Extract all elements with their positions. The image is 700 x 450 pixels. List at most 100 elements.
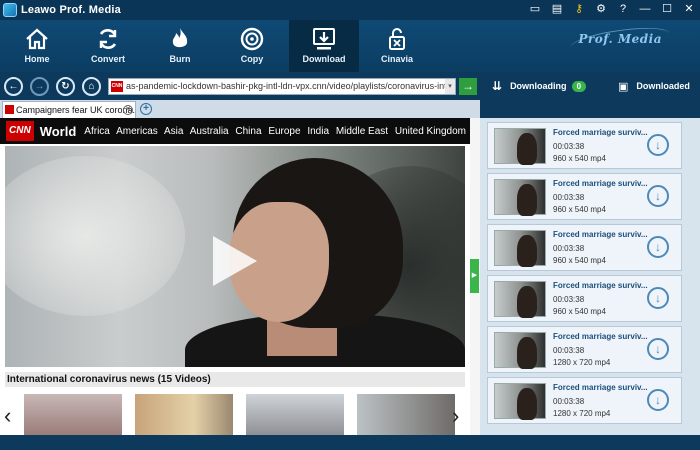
playlist-thumbnail[interactable] xyxy=(135,394,233,435)
cinavia-icon xyxy=(389,28,405,50)
nav-link[interactable]: Middle East xyxy=(336,126,388,137)
download-item[interactable]: Forced marriage surviv... 00:03:38 960 x… xyxy=(487,173,682,220)
browser-tab[interactable]: Campaigners fear UK corona... ✕ xyxy=(2,101,136,118)
home-nav-button[interactable]: ⌂ xyxy=(82,77,101,96)
downloaded-label: Downloaded xyxy=(636,81,690,91)
tab-close-icon[interactable]: ✕ xyxy=(123,105,133,115)
burn-tool-label: Burn xyxy=(169,54,191,64)
tab-title: Campaigners fear UK corona... xyxy=(16,105,136,115)
download-tool-button[interactable]: Download xyxy=(289,20,359,72)
refresh-button[interactable]: ↻ xyxy=(56,77,75,96)
window-controls: ▭ ▤ ⚷ ⚙ ? — ☐ ✕ xyxy=(528,2,696,16)
convert-tool-label: Convert xyxy=(90,54,125,64)
download-resolution: 960 x 540 mp4 xyxy=(553,307,606,316)
download-item[interactable]: Forced marriage surviv... 00:03:38 1280 … xyxy=(487,377,682,424)
downloaded-grid-icon: ▣ xyxy=(618,80,629,93)
playlist-title: International coronavirus news (15 Video… xyxy=(5,372,465,387)
app-logo-icon xyxy=(3,3,17,17)
download-arrow-icon[interactable]: ↓ xyxy=(647,134,669,156)
key-icon[interactable]: ⚷ xyxy=(572,2,586,16)
download-list-panel: Forced marriage surviv... 00:03:38 960 x… xyxy=(480,118,700,435)
window-title: Leawo Prof. Media xyxy=(21,4,121,16)
url-dropdown-chevron-icon[interactable]: ▾ xyxy=(445,79,455,94)
convert-tool-button[interactable]: Convert xyxy=(73,20,143,72)
playlist-thumbnail[interactable] xyxy=(24,394,122,435)
title-bar: Leawo Prof. Media ▭ ▤ ⚷ ⚙ ? — ☐ ✕ xyxy=(0,0,700,20)
url-input[interactable]: CNN as-pandemic-lockdown-bashir-pkg-intl… xyxy=(108,78,456,95)
downloading-tab[interactable]: ⇊ Downloading 0 xyxy=(492,72,587,100)
settings-gear-icon[interactable]: ⚙ xyxy=(594,2,608,16)
download-thumbnail xyxy=(494,179,546,216)
download-item[interactable]: Forced marriage surviv... 00:03:38 960 x… xyxy=(487,275,682,322)
download-name: Forced marriage surviv... xyxy=(553,128,648,137)
download-duration: 00:03:38 xyxy=(553,142,585,151)
status-bar xyxy=(0,435,700,450)
playlist-thumbnail[interactable] xyxy=(246,394,344,435)
minimize-button[interactable]: — xyxy=(638,2,652,16)
cinavia-tool-button[interactable]: Cinavia xyxy=(362,20,432,72)
download-name: Forced marriage surviv... xyxy=(553,230,648,239)
download-arrow-icon[interactable]: ↓ xyxy=(647,389,669,411)
navigation-bar: ← → ↻ ⌂ CNN as-pandemic-lockdown-bashir-… xyxy=(0,72,700,100)
download-resolution: 960 x 540 mp4 xyxy=(553,256,606,265)
download-thumbnail xyxy=(494,128,546,165)
nav-link[interactable]: India xyxy=(307,126,329,137)
go-button[interactable]: → xyxy=(459,78,477,95)
download-arrow-icon[interactable]: ↓ xyxy=(647,185,669,207)
chat-icon[interactable]: ▤ xyxy=(550,2,564,16)
download-tool-label: Download xyxy=(302,54,346,64)
play-icon[interactable] xyxy=(213,236,257,286)
nav-link[interactable]: Americas xyxy=(116,126,158,137)
forward-button[interactable]: → xyxy=(30,77,49,96)
download-name: Forced marriage surviv... xyxy=(553,281,648,290)
download-resolution: 1280 x 720 mp4 xyxy=(553,409,611,418)
download-duration: 00:03:38 xyxy=(553,295,585,304)
main-toolbar: Home Convert Burn Copy Download Cinavia … xyxy=(0,20,700,72)
app-window: Leawo Prof. Media ▭ ▤ ⚷ ⚙ ? — ☐ ✕ Home C… xyxy=(0,0,700,450)
download-arrow-icon[interactable]: ↓ xyxy=(647,287,669,309)
nav-link[interactable]: United Kingdom xyxy=(395,126,466,137)
burn-tool-button[interactable]: Burn xyxy=(145,20,215,72)
brand-label: Prof. Media xyxy=(578,32,662,46)
nav-link[interactable]: Africa xyxy=(84,126,110,137)
download-arrow-icon[interactable]: ↓ xyxy=(647,236,669,258)
section-title[interactable]: World xyxy=(40,124,77,139)
download-thumbnail xyxy=(494,281,546,318)
download-thumbnail xyxy=(494,383,546,420)
nav-link[interactable]: Europe xyxy=(268,126,300,137)
home-icon xyxy=(26,28,48,50)
video-player[interactable] xyxy=(5,146,465,367)
cnn-nav: Africa Americas Asia Australia China Eur… xyxy=(84,126,470,137)
downloaded-tab[interactable]: ▣ Downloaded xyxy=(618,72,690,100)
help-icon[interactable]: ? xyxy=(616,2,630,16)
collapse-panel-button[interactable]: ▶ xyxy=(470,259,479,293)
home-tool-button[interactable]: Home xyxy=(2,20,72,72)
url-text: as-pandemic-lockdown-bashir-pkg-intl-ldn… xyxy=(126,81,452,91)
download-list-icon: ⇊ xyxy=(492,79,503,93)
nav-link[interactable]: Australia xyxy=(190,126,229,137)
download-item[interactable]: Forced marriage surviv... 00:03:38 960 x… xyxy=(487,224,682,271)
download-duration: 00:03:38 xyxy=(553,346,585,355)
download-resolution: 1280 x 720 mp4 xyxy=(553,358,611,367)
download-item[interactable]: Forced marriage surviv... 00:03:38 1280 … xyxy=(487,326,682,373)
new-tab-button[interactable]: + xyxy=(140,103,152,115)
close-button[interactable]: ✕ xyxy=(682,2,696,16)
nav-link[interactable]: Asia xyxy=(164,126,183,137)
burn-icon xyxy=(172,28,188,48)
download-arrow-icon[interactable]: ↓ xyxy=(647,338,669,360)
register-icon[interactable]: ▭ xyxy=(528,2,542,16)
cnn-logo[interactable]: CNN xyxy=(6,121,34,141)
convert-icon xyxy=(99,29,117,49)
cnn-header: CNN World Africa Americas Asia Australia… xyxy=(0,118,470,144)
copy-tool-button[interactable]: Copy xyxy=(217,20,287,72)
web-content: CNN World Africa Americas Asia Australia… xyxy=(0,118,470,435)
back-button[interactable]: ← xyxy=(4,77,23,96)
playlist-thumbnail[interactable] xyxy=(357,394,455,435)
download-name: Forced marriage surviv... xyxy=(553,179,648,188)
nav-link[interactable]: China xyxy=(235,126,261,137)
download-duration: 00:03:38 xyxy=(553,244,585,253)
maximize-button[interactable]: ☐ xyxy=(660,2,674,16)
carousel-next-icon[interactable]: › xyxy=(452,405,459,427)
download-item[interactable]: Forced marriage surviv... 00:03:38 960 x… xyxy=(487,122,682,169)
carousel-prev-icon[interactable]: ‹ xyxy=(4,405,11,427)
